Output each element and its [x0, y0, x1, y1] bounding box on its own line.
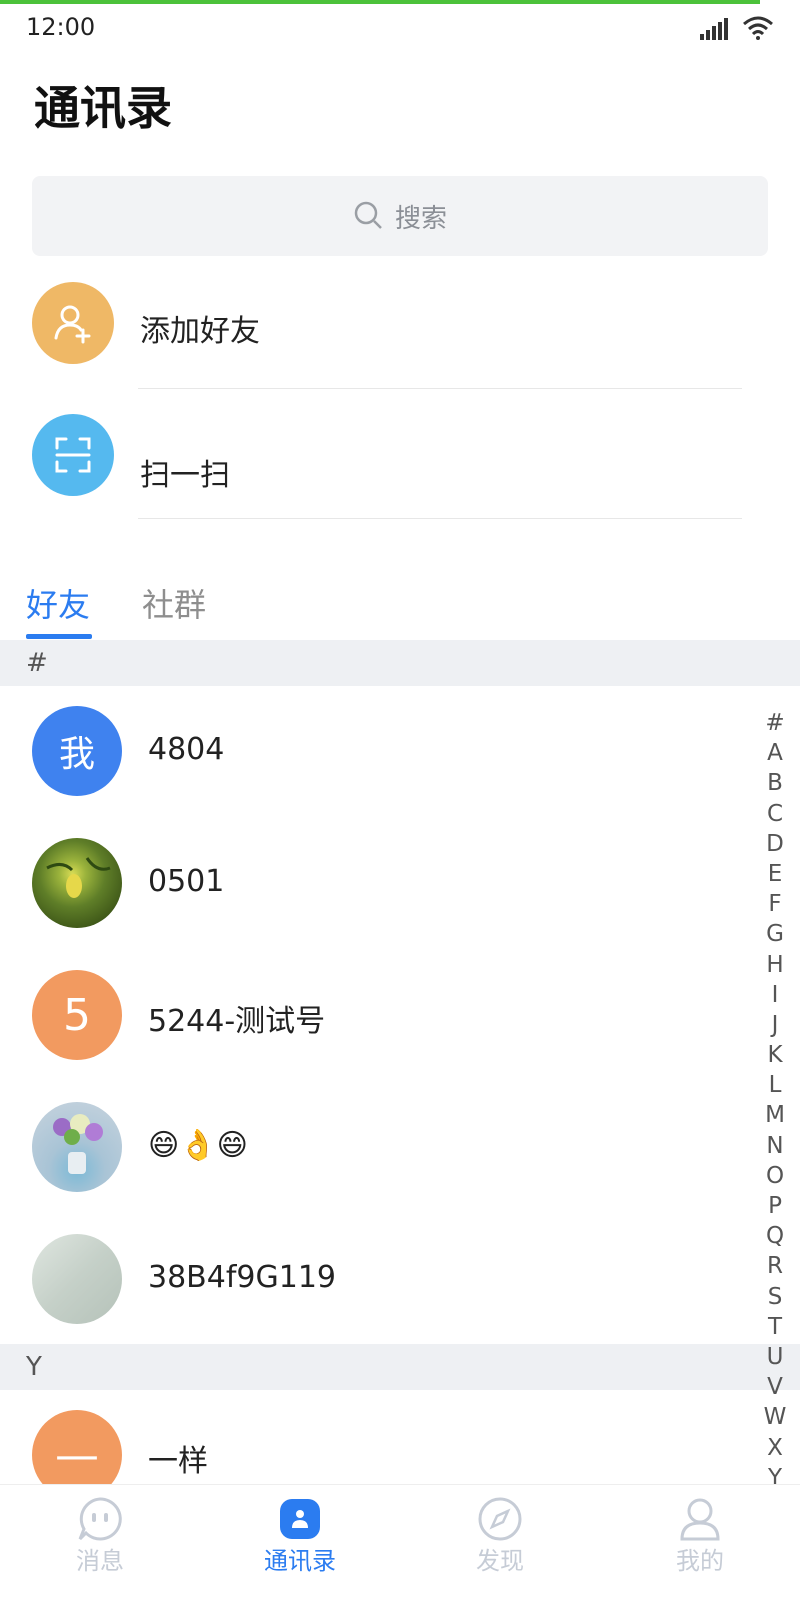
- signal-icon: [700, 18, 728, 40]
- alpha-index-letter[interactable]: P: [760, 1191, 790, 1221]
- avatar: 我: [32, 706, 122, 796]
- avatar-photo: [32, 1102, 122, 1192]
- contact-name: 😄👌😄: [148, 1128, 248, 1163]
- avatar: 5: [32, 970, 122, 1060]
- contact-item[interactable]: 38B4f9G119: [32, 1234, 732, 1326]
- alpha-index-letter[interactable]: W: [760, 1402, 790, 1432]
- scan-icon: [32, 414, 114, 496]
- alpha-index-letter[interactable]: O: [760, 1161, 790, 1191]
- contact-tabs: 好友 社群: [26, 580, 326, 639]
- alpha-index-letter[interactable]: T: [760, 1312, 790, 1342]
- contact-name: 一样: [148, 1444, 208, 1479]
- nav-messages[interactable]: 消息: [40, 1495, 160, 1576]
- page-title: 通讯录: [34, 81, 172, 135]
- alpha-index-letter[interactable]: R: [760, 1251, 790, 1281]
- search-placeholder: 搜索: [394, 203, 447, 234]
- alpha-index-letter[interactable]: N: [760, 1131, 790, 1161]
- status-time: 12:00: [26, 13, 96, 41]
- nav-label: 我的: [676, 1547, 724, 1575]
- nav-label: 消息: [76, 1547, 124, 1575]
- alpha-index-letter[interactable]: J: [760, 1010, 790, 1040]
- section-header-hash: #: [0, 640, 800, 686]
- contact-item[interactable]: 5 5244-测试号: [32, 970, 732, 1062]
- alpha-index-letter[interactable]: Q: [760, 1221, 790, 1251]
- contact-item[interactable]: 我 4804: [32, 706, 732, 798]
- avatar-text: 5: [63, 989, 91, 1041]
- alphabet-index[interactable]: # A B C D E F G H I J K L M N O P Q R S T U V W X Y: [760, 708, 790, 1493]
- add-friend-row[interactable]: 添加好友: [32, 282, 768, 392]
- status-bar: 12:00: [0, 0, 800, 56]
- alpha-index-letter[interactable]: S: [760, 1282, 790, 1312]
- compass-icon: [478, 1497, 522, 1541]
- alpha-index-letter[interactable]: V: [760, 1372, 790, 1402]
- nav-profile[interactable]: 我的: [640, 1495, 760, 1576]
- alpha-index-letter[interactable]: G: [760, 919, 790, 949]
- contact-name: 38B4f9G119: [148, 1260, 336, 1295]
- section-letter: #: [26, 648, 48, 678]
- profile-icon: [680, 1498, 720, 1541]
- contact-name: 4804: [148, 732, 225, 767]
- contact-item[interactable]: 0501: [32, 838, 732, 930]
- status-icons: [700, 16, 774, 40]
- section-header-y: Y: [0, 1344, 800, 1390]
- avatar-photo: [32, 838, 122, 928]
- divider: [138, 388, 742, 389]
- add-friend-label: 添加好友: [140, 314, 260, 349]
- contact-name: 0501: [148, 864, 225, 899]
- contact-item[interactable]: 😄👌😄: [32, 1102, 732, 1194]
- avatar-text: —: [55, 1429, 99, 1481]
- alpha-index-letter[interactable]: C: [760, 799, 790, 829]
- nav-contacts[interactable]: 通讯录: [240, 1495, 360, 1576]
- contacts-icon: [280, 1499, 320, 1539]
- alpha-index-letter[interactable]: M: [760, 1100, 790, 1130]
- bottom-nav: 消息 通讯录 发现 我的: [0, 1484, 800, 1601]
- alpha-index-letter[interactable]: B: [760, 768, 790, 798]
- alpha-index-letter[interactable]: E: [760, 859, 790, 889]
- alpha-index-letter[interactable]: A: [760, 738, 790, 768]
- add-friend-icon: [32, 282, 114, 364]
- alpha-index-letter[interactable]: X: [760, 1433, 790, 1463]
- alpha-index-letter[interactable]: I: [760, 980, 790, 1010]
- divider: [138, 518, 742, 519]
- avatar-photo: [32, 1234, 122, 1324]
- nav-label: 发现: [476, 1547, 524, 1575]
- tab-indicator: [26, 634, 92, 639]
- tab-groups[interactable]: 社群: [142, 580, 206, 626]
- section-letter: Y: [26, 1352, 42, 1382]
- nav-discover[interactable]: 发现: [440, 1495, 560, 1576]
- search-bar[interactable]: 搜索: [32, 176, 768, 256]
- alpha-index-letter[interactable]: H: [760, 950, 790, 980]
- wifi-icon: [743, 16, 773, 40]
- search-icon: [354, 201, 382, 229]
- contact-name: 5244-测试号: [148, 1004, 326, 1039]
- message-icon: [78, 1497, 122, 1541]
- nav-label: 通讯录: [264, 1547, 336, 1575]
- alpha-index-letter[interactable]: L: [760, 1070, 790, 1100]
- alpha-index-letter[interactable]: D: [760, 829, 790, 859]
- alpha-index-letter[interactable]: K: [760, 1040, 790, 1070]
- scan-row[interactable]: 扫一扫: [32, 414, 768, 524]
- alpha-index-letter[interactable]: U: [760, 1342, 790, 1372]
- alpha-index-letter[interactable]: F: [760, 889, 790, 919]
- tab-friends[interactable]: 好友: [26, 580, 90, 626]
- scan-label: 扫一扫: [140, 458, 230, 493]
- alpha-index-letter[interactable]: #: [760, 708, 790, 738]
- avatar-text: 我: [58, 734, 95, 775]
